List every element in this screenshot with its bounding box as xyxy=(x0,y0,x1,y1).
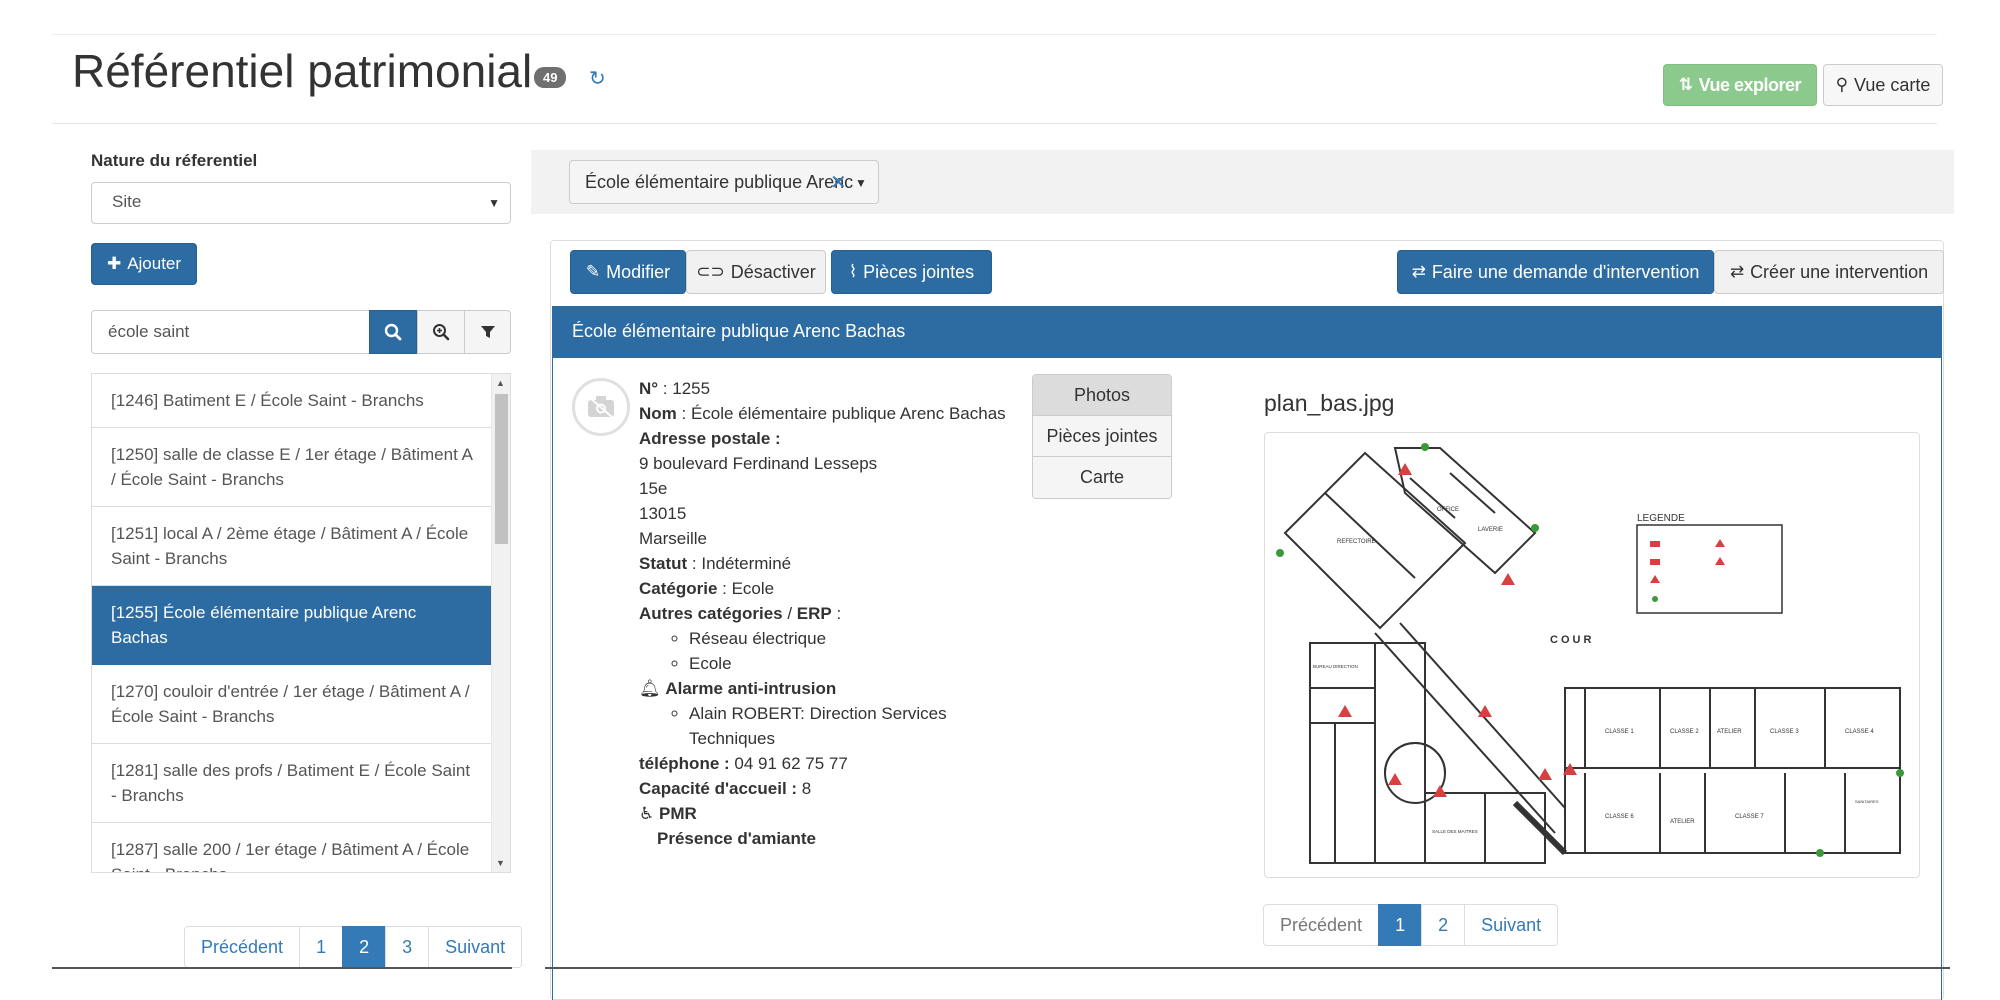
plan-label: LEGENDE xyxy=(1637,513,1685,524)
plan-label: SALLE DES MAITRES xyxy=(1432,829,1478,834)
plan-label: COUR xyxy=(1550,634,1594,646)
plan-label: SANITAIRES xyxy=(1855,799,1879,804)
add-button[interactable]: ✚ Ajouter xyxy=(91,243,197,285)
pager-prev[interactable]: Précédent xyxy=(1263,904,1380,946)
count-badge: 49 xyxy=(534,67,567,88)
list-scrollbar[interactable]: ▲ ▼ xyxy=(491,374,510,872)
refresh-icon[interactable]: ↻ xyxy=(589,66,606,91)
vue-explorer-button[interactable]: ⇅ Vue explorer xyxy=(1663,64,1817,106)
media-tabs: Photos Pièces jointes Carte xyxy=(1032,374,1172,499)
search-input[interactable]: école saint xyxy=(91,310,369,354)
map-marker-icon: ⚲ xyxy=(1835,75,1849,94)
plan-label: CLASSE 3 xyxy=(1770,729,1799,735)
plan-label: CLASSE 7 xyxy=(1735,814,1764,820)
pager-page-2[interactable]: 2 xyxy=(342,926,387,968)
plan-label: CLASSE 2 xyxy=(1670,729,1699,735)
wheelchair-icon: ♿︎ xyxy=(639,804,655,823)
floor-plan-drawing: REFECTOIRE OFFICE LAVERIE LEGENDE COUR C… xyxy=(1276,443,1904,864)
plan-label: LAVERIE xyxy=(1478,527,1503,533)
pager-page-3[interactable]: 3 xyxy=(385,926,430,968)
panel-title: École élémentaire publique Arenc Bachas xyxy=(552,306,1942,358)
pencil-icon: ✎ xyxy=(585,262,601,281)
filter-icon xyxy=(480,326,495,338)
list-item-selected[interactable]: [1255] École élémentaire publique Arenc … xyxy=(92,586,492,665)
results-list[interactable]: [1246] Batiment E / École Saint - Branch… xyxy=(91,373,511,873)
toggle-off-icon: ⊂⊃ xyxy=(696,262,725,281)
pager-prev[interactable]: Précédent xyxy=(184,926,301,968)
caret-down-icon: ▼ xyxy=(488,196,500,210)
paperclip-icon: ⌇ xyxy=(848,262,858,281)
list-item[interactable]: [1270] couloir d'entrée / 1er étage / Bâ… xyxy=(92,665,492,744)
list-item[interactable]: [1287] salle 200 / 1er étage / Bâtiment … xyxy=(92,823,492,872)
desactiver-button[interactable]: ⊂⊃ Désactiver xyxy=(686,250,826,294)
plan-label: BUREAU DIRECTION xyxy=(1313,664,1358,669)
file-title: plan_bas.jpg xyxy=(1264,390,1395,416)
pieces-jointes-button[interactable]: ⌇ Pièces jointes xyxy=(831,250,992,294)
exchange-icon: ⇄ xyxy=(1729,262,1745,281)
plus-icon: ✚ xyxy=(106,254,122,273)
plan-label: REFECTOIRE xyxy=(1337,539,1376,545)
pager-page-2[interactable]: 2 xyxy=(1421,904,1466,946)
caret-down-icon[interactable]: ▼ xyxy=(855,176,867,190)
vue-carte-button[interactable]: ⚲ Vue carte xyxy=(1823,64,1943,106)
top-divider xyxy=(52,34,1937,35)
search-button[interactable] xyxy=(369,310,417,354)
clear-icon[interactable]: ✕ xyxy=(830,170,847,195)
list-item[interactable]: [1281] salle des profs / Batiment E / Éc… xyxy=(92,744,492,823)
scroll-up-icon[interactable]: ▲ xyxy=(496,378,505,388)
list-item[interactable]: [1246] Batiment E / École Saint - Branch… xyxy=(92,374,492,428)
plan-label: CLASSE 6 xyxy=(1605,814,1634,820)
plan-label: CLASSE 4 xyxy=(1845,729,1874,735)
pager-page-1[interactable]: 1 xyxy=(299,926,344,968)
plan-label: ATELIER xyxy=(1717,729,1742,735)
filter-button[interactable] xyxy=(464,310,511,354)
list-item[interactable]: [1251] local A / 2ème étage / Bâtiment A… xyxy=(92,507,492,586)
tab-photos[interactable]: Photos xyxy=(1033,375,1171,416)
pager-next[interactable]: Suivant xyxy=(1464,904,1559,946)
nature-label: Nature du réferentiel xyxy=(91,151,258,170)
list-pagination: Précédent 1 2 3 Suivant xyxy=(184,926,523,968)
pager-page-1[interactable]: 1 xyxy=(1378,904,1423,946)
bottom-divider xyxy=(52,967,512,969)
exchange-icon: ⇄ xyxy=(1411,262,1426,281)
sort-icon: ⇅ xyxy=(1678,75,1693,94)
image-pagination: Précédent 1 2 Suivant xyxy=(1263,904,1559,946)
selected-item-chip[interactable]: École élémentaire publique Arenc ✕ ▼ xyxy=(569,160,879,204)
alarm-contacts: Alain ROBERT: Direction Services Techniq… xyxy=(639,701,1019,751)
list-item[interactable]: [1250] salle de classe E / 1er étage / B… xyxy=(92,428,492,507)
scroll-down-icon[interactable]: ▼ xyxy=(496,858,505,868)
bell-icon: 🔔︎ xyxy=(639,679,661,698)
zoom-button[interactable] xyxy=(417,310,465,354)
categories-list: Réseau électrique Ecole xyxy=(639,626,1019,676)
no-photo-icon xyxy=(572,378,630,436)
creer-intervention-button[interactable]: ⇄ Créer une intervention xyxy=(1714,250,1944,294)
page-title: Référentiel patrimonial xyxy=(72,45,533,97)
tab-carte[interactable]: Carte xyxy=(1033,457,1171,498)
plan-label: ATELIER xyxy=(1670,819,1695,825)
pager-next[interactable]: Suivant xyxy=(428,926,523,968)
demande-intervention-button[interactable]: ⇄ Faire une demande d'intervention xyxy=(1397,250,1714,294)
nature-select[interactable]: Site ▼ xyxy=(91,182,511,224)
floor-plan-image[interactable]: REFECTOIRE OFFICE LAVERIE LEGENDE COUR C… xyxy=(1264,432,1920,878)
tab-pieces-jointes[interactable]: Pièces jointes xyxy=(1033,416,1171,457)
search-icon xyxy=(384,323,402,341)
site-details: N° : 1255 Nom : École élémentaire publiq… xyxy=(639,376,1019,851)
modifier-button[interactable]: ✎ Modifier xyxy=(570,250,686,294)
plan-label: CLASSE 1 xyxy=(1605,729,1634,735)
bottom-divider xyxy=(545,967,1950,969)
scroll-thumb[interactable] xyxy=(495,394,508,544)
zoom-in-icon xyxy=(433,324,450,341)
plan-label: OFFICE xyxy=(1437,507,1459,513)
header-divider xyxy=(52,123,1937,124)
